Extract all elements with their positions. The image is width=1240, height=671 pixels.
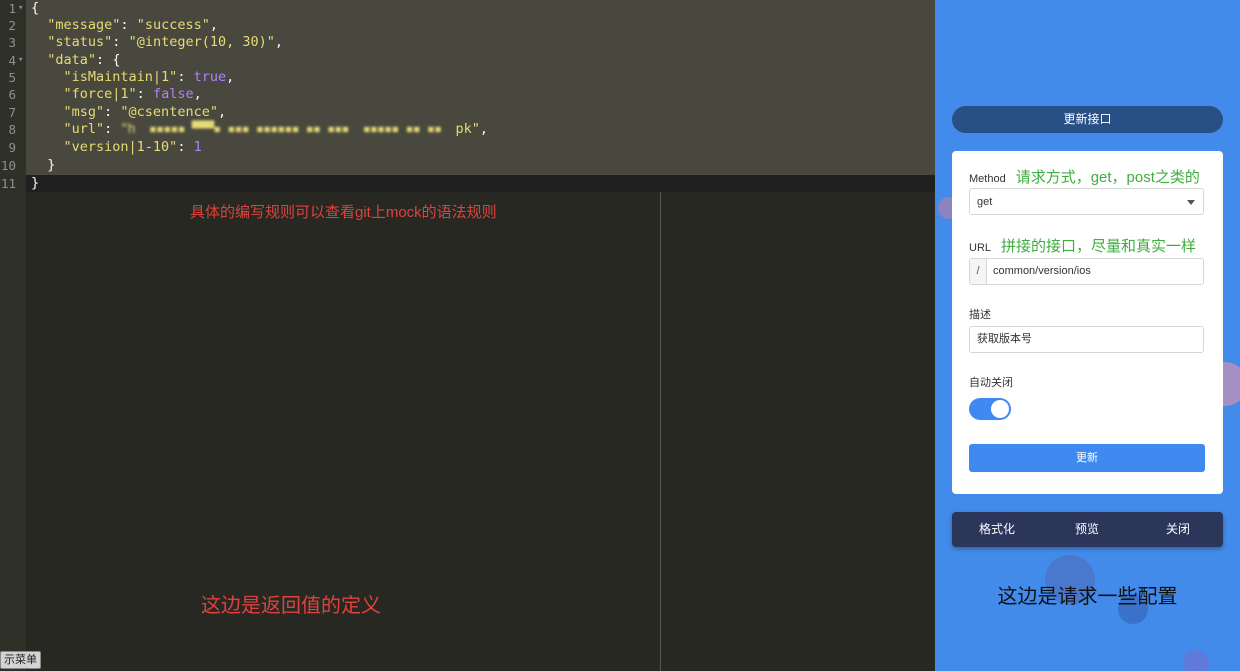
code-line: "message": "success", — [47, 17, 218, 33]
annotation-rule: 具体的编写规则可以查看git上mock的语法规则 — [190, 204, 497, 221]
autoclose-toggle[interactable] — [969, 398, 1011, 420]
annotation-return-value: 这边是返回值的定义 — [201, 595, 381, 617]
method-select[interactable]: get — [969, 188, 1204, 215]
close-button[interactable]: 关闭 — [1133, 512, 1223, 547]
code-line: } — [31, 175, 40, 191]
fold-arrow-icon[interactable]: ▾ — [18, 0, 23, 17]
autoclose-label: 自动关闭 — [969, 377, 1013, 389]
print-margin — [660, 192, 661, 671]
desc-input[interactable]: 获取版本号 — [969, 326, 1204, 353]
line-number: 4 — [8, 53, 16, 68]
code-editor[interactable]: 1 ▾{ 2 "message": "success", 3 "status": … — [0, 0, 935, 671]
fold-arrow-icon[interactable]: ▾ — [18, 52, 23, 69]
line-number: 1 — [8, 1, 16, 16]
line-number: 11 — [0, 176, 16, 191]
code-line: "status": "@integer(10, 30)", — [47, 34, 284, 50]
desc-label: 描述 — [969, 309, 991, 321]
redacted-url: "h ▪▪▪▪▪ ▀▀▀▪ ▪▪▪ ▪▪▪▪▪▪ ▪▪ ▪▪▪ ▪▪▪▪▪ ▪▪… — [120, 121, 456, 137]
code-line: "isMaintain|1": true, — [63, 69, 235, 85]
url-hint: 拼接的接口，尽量和真实一样 — [1001, 238, 1197, 255]
code-line: "force|1": false, — [63, 86, 202, 102]
line-number: 2 — [8, 18, 16, 33]
show-menu-tab[interactable]: 示菜单 — [0, 651, 41, 669]
url-input[interactable]: / common/version/ios — [969, 258, 1204, 285]
update-button[interactable]: 更新 — [969, 444, 1205, 472]
toggle-knob — [991, 400, 1009, 418]
annotation-request-config: 这边是请求一些配置 — [997, 586, 1178, 608]
preview-button[interactable]: 预览 — [1042, 512, 1132, 547]
update-api-title: 更新接口 — [952, 106, 1223, 133]
chevron-down-icon — [1187, 200, 1195, 205]
method-label-row: Method 请求方式，get，post之类的 — [969, 169, 1200, 186]
line-number: 3 — [8, 35, 16, 50]
code-line: } — [47, 157, 56, 173]
code-line: "version|1-10": 1 — [63, 139, 202, 155]
method-hint: 请求方式，get，post之类的 — [1015, 169, 1200, 186]
url-prefix: / — [970, 259, 987, 284]
config-panel: 更新接口 Method 请求方式，get，post之类的 get URL 拼接的接口… — [935, 0, 1240, 671]
url-value[interactable]: common/version/ios — [993, 259, 1091, 284]
format-button[interactable]: 格式化 — [952, 512, 1042, 547]
line-number: 7 — [8, 105, 16, 120]
line-number: 10 — [0, 158, 16, 173]
active-line-highlight — [26, 175, 935, 192]
action-bar: 格式化 预览 关闭 — [952, 512, 1223, 547]
code-line: "msg": "@csentence", — [63, 104, 227, 120]
line-number: 9 — [8, 140, 16, 155]
code-line: "data": { — [47, 52, 121, 68]
code-line: "url": "h ▪▪▪▪▪ ▀▀▀▪ ▪▪▪ ▪▪▪▪▪▪ ▪▪ ▪▪▪ ▪… — [63, 121, 488, 137]
decorative-bubble — [1183, 650, 1209, 671]
line-number: 5 — [8, 70, 16, 85]
config-form-card: Method 请求方式，get，post之类的 get URL 拼接的接口，尽量和真… — [952, 151, 1223, 494]
line-number: 8 — [8, 122, 16, 137]
url-label-row: URL 拼接的接口，尽量和真实一样 — [969, 238, 1197, 255]
line-number: 6 — [8, 87, 16, 102]
code-line: { — [31, 0, 40, 16]
